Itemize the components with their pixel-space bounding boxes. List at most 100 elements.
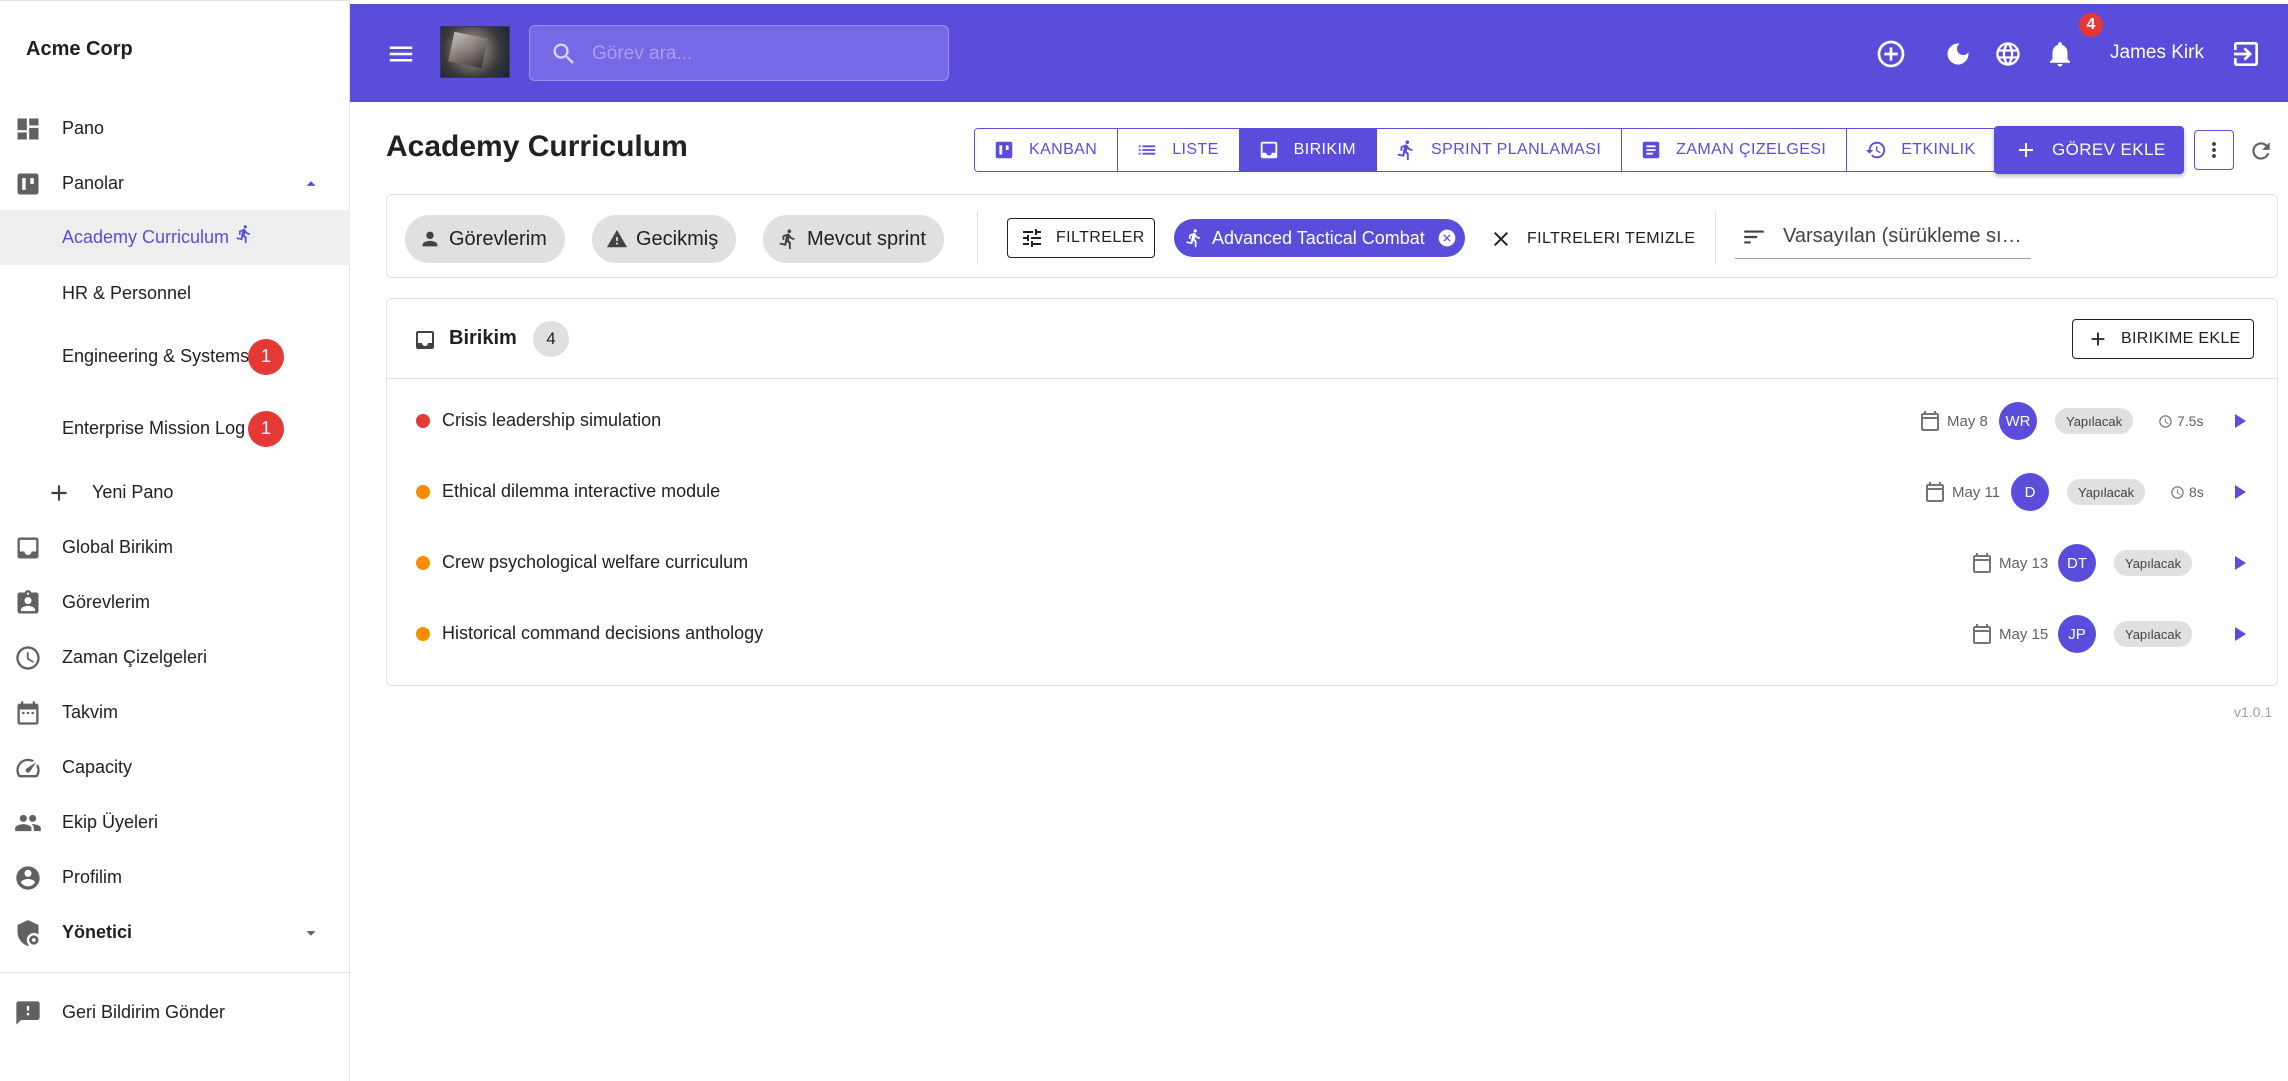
priority-dot — [416, 627, 430, 641]
timesheet-icon — [1642, 141, 1660, 159]
chip-label: Gecikmiş — [636, 227, 719, 250]
sprint-run-icon — [779, 229, 795, 250]
play-icon[interactable] — [2227, 622, 2251, 646]
assignee-avatar[interactable]: DT — [2058, 544, 2096, 582]
sidebar-item-hr-personnel[interactable]: HR & Personnel — [0, 266, 350, 321]
sidebar-item-label: Panolar — [62, 173, 125, 193]
sidebar-item-my-tasks[interactable]: Görevlerim — [0, 575, 350, 630]
status-badge: Yapılacak — [2114, 621, 2193, 647]
filter-bar: Görevlerim Gecikmiş Mevcut sprint FILTRE… — [386, 194, 2278, 278]
sprint-run-icon — [1186, 229, 1200, 248]
due-date: May 15 — [1999, 626, 2049, 643]
backlog-header: Birikim 4 BIRIKIME EKLE — [387, 299, 2277, 379]
task-row[interactable]: Historical command decisions anthology M… — [387, 598, 2277, 669]
assignee-avatar[interactable]: WR — [1999, 402, 2037, 440]
more-vert-icon — [2212, 142, 2216, 158]
dark-mode-icon[interactable] — [1944, 40, 1972, 68]
app-logo[interactable] — [440, 26, 510, 78]
active-filter-label: Advanced Tactical Combat — [1212, 227, 1425, 248]
tab-backlog[interactable]: BIRIKIM — [1239, 129, 1378, 171]
task-title[interactable]: Ethical dilemma interactive module — [442, 481, 720, 502]
tab-label: KANBAN — [1029, 141, 1098, 158]
chip-overdue[interactable]: Gecikmiş — [592, 215, 737, 263]
logout-icon[interactable] — [2230, 38, 2262, 70]
sidebar-item-engineering-systems[interactable]: Engineering & Systems 1 — [0, 329, 350, 384]
speedometer-icon — [16, 758, 40, 777]
sidebar-item-global-backlog[interactable]: Global Birikim — [0, 520, 350, 575]
assignee-avatar[interactable]: JP — [2058, 615, 2096, 653]
play-icon[interactable] — [2227, 480, 2251, 504]
inbox-icon — [17, 537, 39, 558]
menu-icon[interactable] — [386, 39, 416, 69]
tab-list[interactable]: LISTE — [1118, 129, 1240, 171]
sidebar-item-panolar[interactable]: Panolar — [0, 156, 350, 211]
sort-select[interactable]: Varsayılan (sürükleme sıralaması) — [1735, 215, 2031, 259]
sidebar-item-label: Engineering & Systems — [62, 346, 250, 366]
tab-timeline[interactable]: ZAMAN ÇIZELGESI — [1622, 129, 1848, 171]
tab-kanban[interactable]: KANBAN — [975, 129, 1119, 171]
time-estimate: 8s — [2189, 484, 2204, 500]
play-icon[interactable] — [2227, 409, 2251, 433]
sidebar-item-calendar[interactable]: Takvim — [0, 685, 350, 740]
filters-button[interactable]: FILTRELER — [1007, 218, 1155, 258]
search-input[interactable] — [592, 36, 932, 72]
filter-divider — [977, 211, 978, 265]
active-filter-chip[interactable]: Advanced Tactical Combat — [1174, 219, 1465, 257]
task-title[interactable]: Crisis leadership simulation — [442, 410, 661, 431]
person-icon — [422, 231, 438, 247]
sort-value: Varsayılan (sürükleme sıralaması) — [1783, 225, 2023, 247]
sidebar-item-capacity[interactable]: Capacity — [0, 740, 350, 795]
close-icon — [1494, 232, 1508, 246]
status-badge: Yapılacak — [2055, 408, 2134, 434]
sidebar-item-send-feedback[interactable]: Geri Bildirim Gönder — [0, 985, 350, 1040]
tune-icon — [1023, 229, 1041, 247]
remove-filter-icon[interactable] — [1437, 228, 1457, 248]
sidebar-item-team-members[interactable]: Ekip Üyeleri — [0, 795, 350, 850]
refresh-icon[interactable] — [2248, 138, 2274, 164]
add-to-backlog-button[interactable]: BIRIKIME EKLE — [2072, 319, 2254, 359]
sidebar-item-label: Enterprise Mission Log — [62, 418, 246, 438]
page-title: Academy Curriculum — [386, 130, 688, 163]
language-globe-icon[interactable] — [1994, 40, 2022, 68]
sidebar-item-admin[interactable]: Yönetici — [0, 905, 350, 960]
plus-icon — [2019, 143, 2033, 157]
sidebar-item-new-board[interactable]: Yeni Pano — [0, 465, 350, 520]
sidebar-item-timesheets[interactable]: Zaman Çizelgeleri — [0, 630, 350, 685]
task-title[interactable]: Historical command decisions anthology — [442, 623, 763, 644]
status-badge: Yapılacak — [2114, 550, 2193, 576]
task-row[interactable]: Crisis leadership simulation May 8 WR Ya… — [387, 385, 2277, 456]
calendar-icon — [1973, 624, 1991, 644]
clear-filters-button[interactable]: FILTRELERI TEMIZLE — [1489, 221, 1695, 257]
chip-my-tasks[interactable]: Görevlerim — [405, 215, 565, 263]
sidebar-item-academy-curriculum[interactable]: Academy Curriculum — [0, 210, 350, 265]
feedback-icon — [16, 1000, 40, 1025]
play-icon[interactable] — [2227, 551, 2251, 575]
task-title[interactable]: Crew psychological welfare curriculum — [442, 552, 748, 573]
tab-activity[interactable]: ETKINLIK — [1847, 129, 1996, 171]
sidebar-item-enterprise-mission-log[interactable]: Enterprise Mission Log 1 — [0, 401, 350, 456]
sidebar-item-label: Takvim — [62, 702, 119, 722]
sidebar-item-pano[interactable]: Pano — [0, 101, 350, 156]
chip-label: Mevcut sprint — [807, 227, 926, 250]
add-task-button[interactable]: GÖREV EKLE — [1994, 126, 2184, 174]
task-row[interactable]: Ethical dilemma interactive module May 1… — [387, 456, 2277, 527]
chip-current-sprint[interactable]: Mevcut sprint — [763, 215, 944, 263]
warning-icon — [606, 229, 628, 248]
notifications-bell-icon[interactable] — [2045, 39, 2075, 69]
sidebar-top-border — [0, 0, 350, 4]
more-options-button[interactable] — [2194, 130, 2234, 170]
sidebar-item-label: Yönetici — [62, 922, 133, 942]
user-name[interactable]: James Kirk — [2110, 42, 2204, 64]
caret-up-icon[interactable] — [300, 173, 322, 195]
caret-down-icon[interactable] — [300, 922, 322, 944]
assignee-avatar[interactable]: D — [2011, 473, 2049, 511]
boards-icon — [17, 173, 39, 194]
search-box[interactable] — [529, 25, 949, 81]
add-circle-icon[interactable] — [1875, 38, 1907, 70]
sidebar: Acme Corp Pano Panolar Academy Curriculu… — [0, 0, 350, 1081]
sidebar-item-my-profile[interactable]: Profilim — [0, 850, 350, 905]
task-row[interactable]: Crew psychological welfare curriculum Ma… — [387, 527, 2277, 598]
calendar-icon — [1973, 553, 1991, 573]
tab-sprint-planning[interactable]: SPRINT PLANLAMASI — [1377, 129, 1623, 171]
account-circle-icon — [16, 865, 40, 890]
